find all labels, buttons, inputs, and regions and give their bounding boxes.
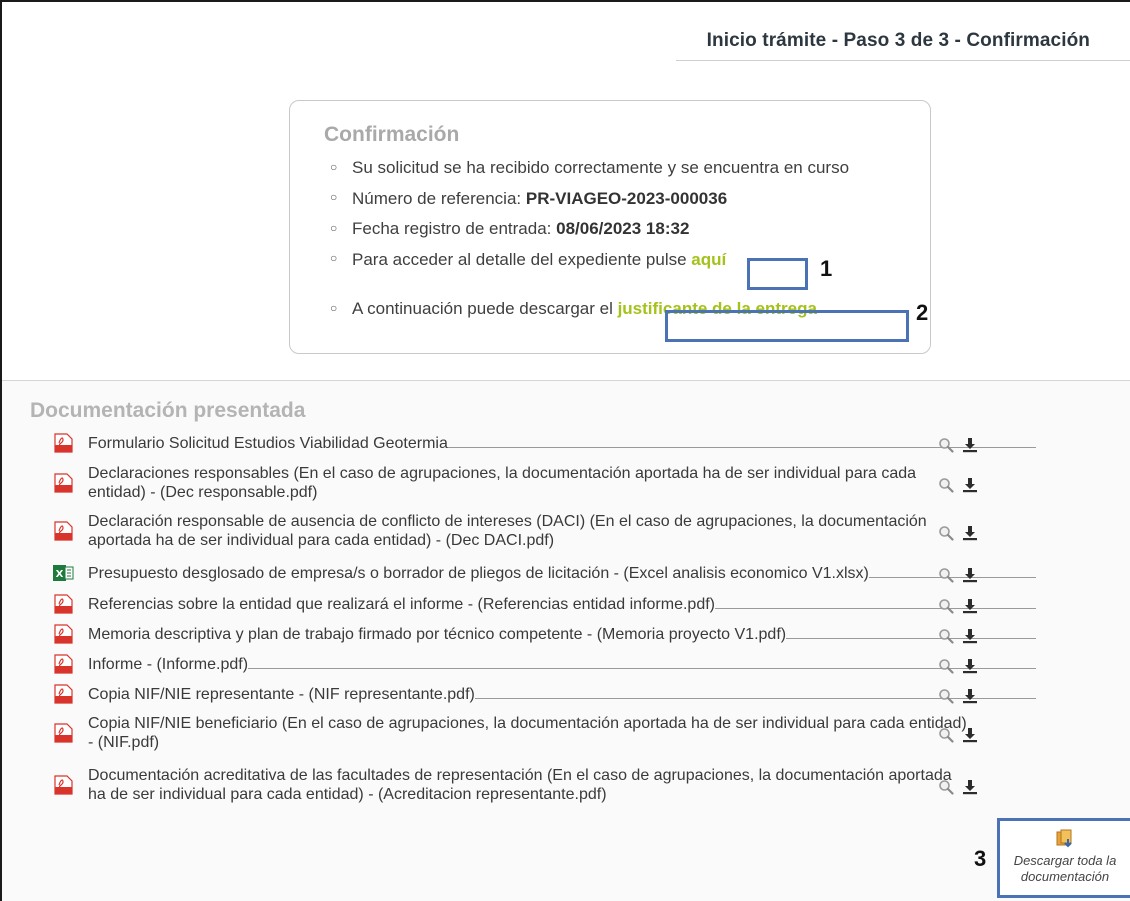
detail-text: Para acceder al detalle del expediente p… — [352, 249, 692, 269]
download-icon[interactable] — [962, 567, 978, 583]
document-actions — [938, 477, 978, 493]
pdf-file-icon — [54, 775, 73, 795]
document-row: Documentación acreditativa de las facult… — [52, 766, 1042, 804]
document-label: Declaración responsable de ausencia de c… — [88, 513, 927, 549]
download-icon[interactable] — [962, 628, 978, 644]
download-icon[interactable] — [962, 688, 978, 704]
download-icon[interactable] — [962, 658, 978, 674]
confirmation-item-reference: ○ Número de referencia: PR-VIAGEO-2023-00… — [324, 188, 904, 211]
download-icon[interactable] — [962, 727, 978, 743]
document-actions — [938, 628, 978, 644]
document-row: Declaraciones responsables (En el caso d… — [52, 464, 1042, 502]
document-row: Formulario Solicitud Estudios Viabilidad… — [52, 433, 1042, 453]
pdf-file-icon — [54, 723, 73, 743]
document-row: Referencias sobre la entidad que realiza… — [52, 594, 1042, 614]
confirmation-item-date: ○ Fecha registro de entrada: 08/06/2023 1… — [324, 218, 904, 241]
detail-link[interactable]: aquí — [691, 250, 726, 269]
pdf-file-icon — [54, 594, 73, 614]
document-row: Declaración responsable de ausencia de c… — [52, 512, 1042, 550]
document-actions — [938, 779, 978, 795]
document-label: Declaraciones responsables (En el caso d… — [88, 465, 917, 501]
magnifier-icon[interactable] — [938, 567, 954, 583]
download-all-label-2: documentación — [1020, 869, 1110, 884]
document-row: Copia NIF/NIE representante - (NIF repre… — [52, 684, 1042, 704]
document-label: Formulario Solicitud Estudios Viabilidad… — [88, 434, 448, 452]
document-actions — [938, 525, 978, 541]
magnifier-icon[interactable] — [938, 598, 954, 614]
document-actions — [938, 567, 978, 583]
document-row: X Presupuesto desglosado de empresa/s o b… — [52, 563, 1042, 583]
bullet-icon: ○ — [330, 159, 338, 174]
dotted-leader — [786, 637, 1036, 639]
document-actions — [938, 598, 978, 614]
bullet-icon: ○ — [330, 251, 338, 266]
document-row: Copia NIF/NIE beneficiario (En el caso d… — [52, 714, 1042, 752]
document-label: Referencias sobre la entidad que realiza… — [88, 595, 715, 613]
reference-value: PR-VIAGEO-2023-000036 — [525, 188, 728, 208]
document-label: Informe - (Informe.pdf) — [88, 655, 249, 673]
magnifier-icon[interactable] — [938, 727, 954, 743]
reference-label: Número de referencia: — [352, 188, 526, 208]
download-text: A continuación puede descargar el — [352, 299, 618, 319]
annotation-number-3: 3 — [974, 846, 987, 871]
download-icon[interactable] — [962, 779, 978, 795]
document-actions — [938, 658, 978, 674]
dotted-leader — [248, 667, 1036, 669]
step-title: Inicio trámite - Paso 3 de 3 - Confirmac… — [706, 30, 1090, 51]
confirmation-title: Confirmación — [324, 123, 460, 146]
document-label: Presupuesto desglosado de empresa/s o bo… — [88, 564, 869, 582]
dotted-leader — [715, 607, 1036, 609]
document-label: Copia NIF/NIE representante - (NIF repre… — [88, 685, 475, 703]
document-row: Memoria descriptiva y plan de trabajo fi… — [52, 624, 1042, 644]
date-label: Fecha registro de entrada: — [352, 219, 557, 239]
status-text: Su solicitud se ha recibido correctament… — [352, 158, 850, 177]
pdf-file-icon — [54, 654, 73, 674]
bullet-icon: ○ — [330, 190, 338, 205]
magnifier-icon[interactable] — [938, 658, 954, 674]
step-title-rule — [676, 60, 1130, 61]
magnifier-icon[interactable] — [938, 688, 954, 704]
bullet-icon: ○ — [330, 220, 338, 235]
download-all-button[interactable]: Descargar toda la documentación — [997, 818, 1130, 898]
pdf-file-icon — [54, 684, 73, 704]
confirmation-item-status: ○ Su solicitud se ha recibido correctamen… — [324, 157, 904, 180]
download-icon[interactable] — [962, 598, 978, 614]
pdf-file-icon — [54, 521, 73, 541]
document-label: Memoria descriptiva y plan de trabajo fi… — [88, 625, 787, 643]
highlight-box-1 — [747, 258, 808, 290]
download-icon[interactable] — [962, 437, 978, 453]
document-row: Informe - (Informe.pdf) — [52, 654, 1042, 674]
documents-title: Documentación presentada — [30, 399, 306, 422]
magnifier-icon[interactable] — [938, 779, 954, 795]
download-all-icon — [1056, 829, 1072, 848]
svg-text:X: X — [56, 569, 64, 580]
pdf-file-icon — [54, 473, 73, 493]
magnifier-icon[interactable] — [938, 525, 954, 541]
document-label: Documentación acreditativa de las facult… — [88, 767, 952, 803]
document-actions — [938, 437, 978, 453]
date-value: 08/06/2023 18:32 — [556, 219, 690, 239]
document-actions — [938, 727, 978, 743]
magnifier-icon[interactable] — [938, 628, 954, 644]
download-all-label-1: Descargar toda la — [1013, 853, 1117, 868]
pdf-file-icon — [54, 624, 73, 644]
excel-file-icon: X — [53, 565, 74, 581]
magnifier-icon[interactable] — [938, 477, 954, 493]
annotation-number-1: 1 — [820, 256, 833, 281]
download-icon[interactable] — [962, 477, 978, 493]
annotation-number-2: 2 — [916, 300, 929, 325]
bullet-icon: ○ — [330, 300, 338, 315]
confirmation-list: ○ Su solicitud se ha recibido correctamen… — [324, 157, 904, 321]
magnifier-icon[interactable] — [938, 437, 954, 453]
download-icon[interactable] — [962, 525, 978, 541]
document-label: Copia NIF/NIE beneficiario (En el caso d… — [88, 715, 967, 751]
confirmation-item-detail: ○ Para acceder al detalle del expediente … — [324, 249, 904, 272]
pdf-file-icon — [54, 433, 73, 453]
document-actions — [938, 688, 978, 704]
highlight-box-2 — [665, 310, 909, 342]
